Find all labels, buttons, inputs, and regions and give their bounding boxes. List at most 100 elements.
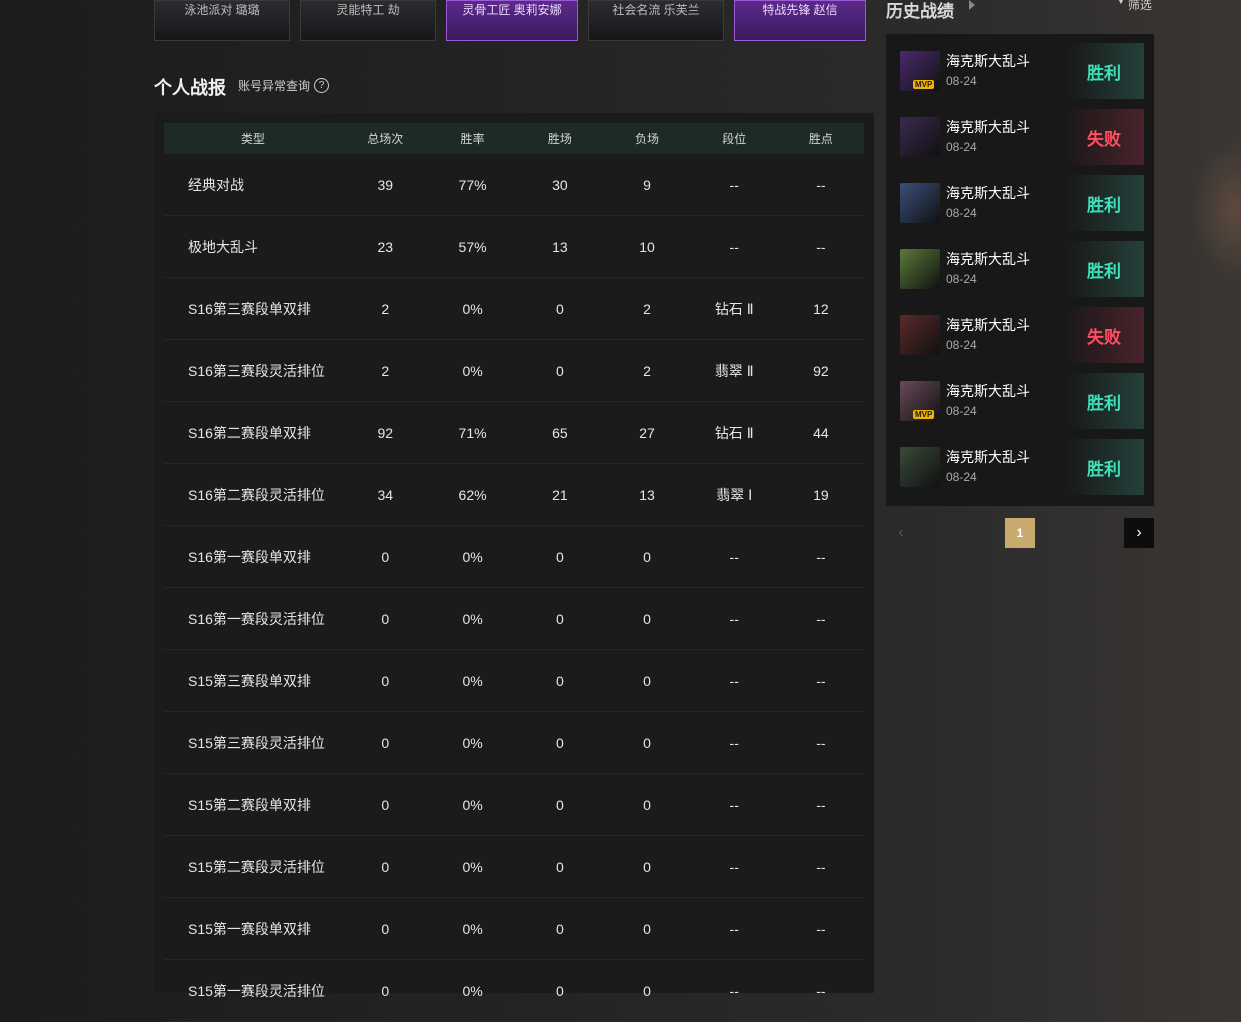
result-win: 胜利: [1064, 175, 1144, 231]
history-panel: MVP 海克斯大乱斗 08-24 胜利 海克斯大乱斗 08-24 失败 海克斯大乱斗 08-24…: [886, 34, 1154, 506]
skin-label: 社会名流 乐芙兰: [612, 3, 700, 17]
mvp-badge: MVP: [913, 410, 935, 419]
cell-total: 34: [341, 463, 429, 526]
account-check-label: 账号异常查询: [238, 79, 311, 93]
cell-rank: 翡翠 Ⅰ: [690, 463, 778, 526]
cell-type: S15第一赛段单双排: [164, 897, 342, 960]
table-row: S15第三赛段单双排 0 0% 0 0 -- --: [164, 649, 864, 712]
cell-wins: 30: [516, 154, 604, 216]
match-date: 08-24: [946, 206, 977, 220]
match-item[interactable]: 海克斯大乱斗 08-24 胜利: [900, 166, 1144, 231]
skin-label: 特战先锋 赵信: [762, 3, 838, 17]
cell-type: S15第一赛段灵活排位: [164, 959, 342, 1022]
cell-wins: 0: [516, 649, 604, 712]
cell-lp: 44: [777, 401, 864, 464]
cell-winrate: 0%: [428, 711, 517, 774]
table-row: S16第一赛段单双排 0 0% 0 0 -- --: [164, 525, 864, 588]
match-item[interactable]: MVP 海克斯大乱斗 08-24 胜利: [900, 34, 1144, 99]
cell-losses: 0: [603, 711, 691, 774]
skin-card-selected[interactable]: 特战先锋 赵信: [734, 0, 866, 41]
next-page-icon[interactable]: ›: [1124, 518, 1154, 548]
match-item[interactable]: MVP 海克斯大乱斗 08-24 胜利: [900, 364, 1144, 429]
header-losses: 负场: [635, 132, 660, 146]
skin-label: 灵骨工匠 奥莉安娜: [462, 3, 562, 17]
cell-rank: --: [690, 959, 778, 1022]
champion-avatar: [900, 183, 940, 223]
result-win: 胜利: [1064, 439, 1144, 495]
cell-total: 39: [341, 154, 429, 216]
cell-total: 0: [341, 835, 429, 898]
cell-wins: 0: [516, 587, 604, 650]
cell-rank: 钻石 Ⅱ: [690, 401, 778, 464]
cell-lp: --: [777, 711, 864, 774]
account-check-link[interactable]: 账号异常查询 ?: [238, 77, 330, 94]
background-glow: [1191, 140, 1241, 280]
prev-page-icon[interactable]: ‹: [886, 518, 916, 548]
cell-type: S15第二赛段单双排: [164, 773, 342, 836]
match-mode: 海克斯大乱斗: [946, 449, 1030, 465]
skin-card[interactable]: 社会名流 乐芙兰: [588, 0, 724, 41]
cell-losses: 9: [603, 154, 691, 216]
cell-losses: 0: [603, 773, 691, 836]
cell-lp: 19: [777, 463, 864, 526]
match-date: 08-24: [946, 470, 977, 484]
cell-losses: 0: [603, 835, 691, 898]
skin-card-selected[interactable]: 灵骨工匠 奥莉安娜: [446, 0, 578, 41]
result-win: 胜利: [1064, 241, 1144, 297]
cell-winrate: 0%: [428, 835, 517, 898]
cell-total: 0: [341, 711, 429, 774]
question-circle-icon[interactable]: ?: [314, 78, 330, 93]
cell-wins: 0: [516, 277, 604, 340]
match-item[interactable]: 海克斯大乱斗 08-24 失败: [900, 298, 1144, 363]
cell-type: S16第二赛段单双排: [164, 401, 342, 464]
match-date: 08-24: [946, 338, 977, 352]
history-expand-icon[interactable]: [969, 0, 975, 10]
header-type: 类型: [240, 132, 265, 146]
cell-rank: --: [690, 835, 778, 898]
cell-losses: 27: [603, 401, 691, 464]
champion-avatar: [900, 117, 940, 157]
cell-losses: 0: [603, 897, 691, 960]
cell-winrate: 62%: [428, 463, 517, 526]
cell-winrate: 0%: [428, 649, 517, 712]
header-winrate: 胜率: [460, 132, 485, 146]
result-loss: 失败: [1064, 109, 1144, 165]
table-row: S16第三赛段灵活排位 2 0% 0 2 翡翠 Ⅱ 92: [164, 339, 864, 402]
cell-rank: --: [690, 649, 778, 712]
stats-header-row: 类型 总场次 胜率 胜场 负场 段位 胜点: [164, 123, 864, 154]
cell-wins: 21: [516, 463, 604, 526]
cell-wins: 0: [516, 773, 604, 836]
header-rank: 段位: [722, 132, 747, 146]
stats-table: 类型 总场次 胜率 胜场 负场 段位 胜点 经典对战 39 77% 30 9 -- -- 极地…: [164, 123, 864, 1022]
cell-rank: --: [690, 897, 778, 960]
cell-lp: --: [777, 959, 864, 1022]
skin-card[interactable]: 灵能特工 劫: [300, 0, 436, 41]
header-wins: 胜场: [547, 132, 572, 146]
cell-winrate: 0%: [428, 959, 517, 1022]
match-mode: 海克斯大乱斗: [946, 383, 1030, 399]
result-win: 胜利: [1064, 373, 1144, 429]
match-item[interactable]: 海克斯大乱斗 08-24 失败: [900, 100, 1144, 165]
match-item[interactable]: 海克斯大乱斗 08-24 胜利: [900, 430, 1144, 495]
skin-strip: 泳池派对 璐璐 灵能特工 劫 灵骨工匠 奥莉安娜 社会名流 乐芙兰 特战先锋 赵…: [154, 0, 866, 41]
filter-button[interactable]: ▼ 筛选: [1116, 0, 1152, 13]
cell-total: 23: [341, 215, 429, 278]
match-date: 08-24: [946, 404, 977, 418]
cell-losses: 2: [603, 277, 691, 340]
table-row: S15第一赛段单双排 0 0% 0 0 -- --: [164, 897, 864, 960]
cell-wins: 0: [516, 711, 604, 774]
cell-losses: 0: [603, 525, 691, 588]
match-item[interactable]: 海克斯大乱斗 08-24 胜利: [900, 232, 1144, 297]
skin-card[interactable]: 泳池派对 璐璐: [154, 0, 290, 41]
match-date: 08-24: [946, 140, 977, 154]
header-total: 总场次: [367, 132, 404, 146]
table-row: S15第一赛段灵活排位 0 0% 0 0 -- --: [164, 959, 864, 1022]
cell-type: S16第三赛段灵活排位: [164, 339, 342, 402]
cell-total: 0: [341, 897, 429, 960]
cell-type: S16第一赛段单双排: [164, 525, 342, 588]
header-lp: 胜点: [808, 132, 833, 146]
match-date: 08-24: [946, 74, 977, 88]
table-row: S16第二赛段灵活排位 34 62% 21 13 翡翠 Ⅰ 19: [164, 463, 864, 526]
cell-rank: --: [690, 587, 778, 650]
page-number-button[interactable]: 1: [1005, 518, 1035, 548]
